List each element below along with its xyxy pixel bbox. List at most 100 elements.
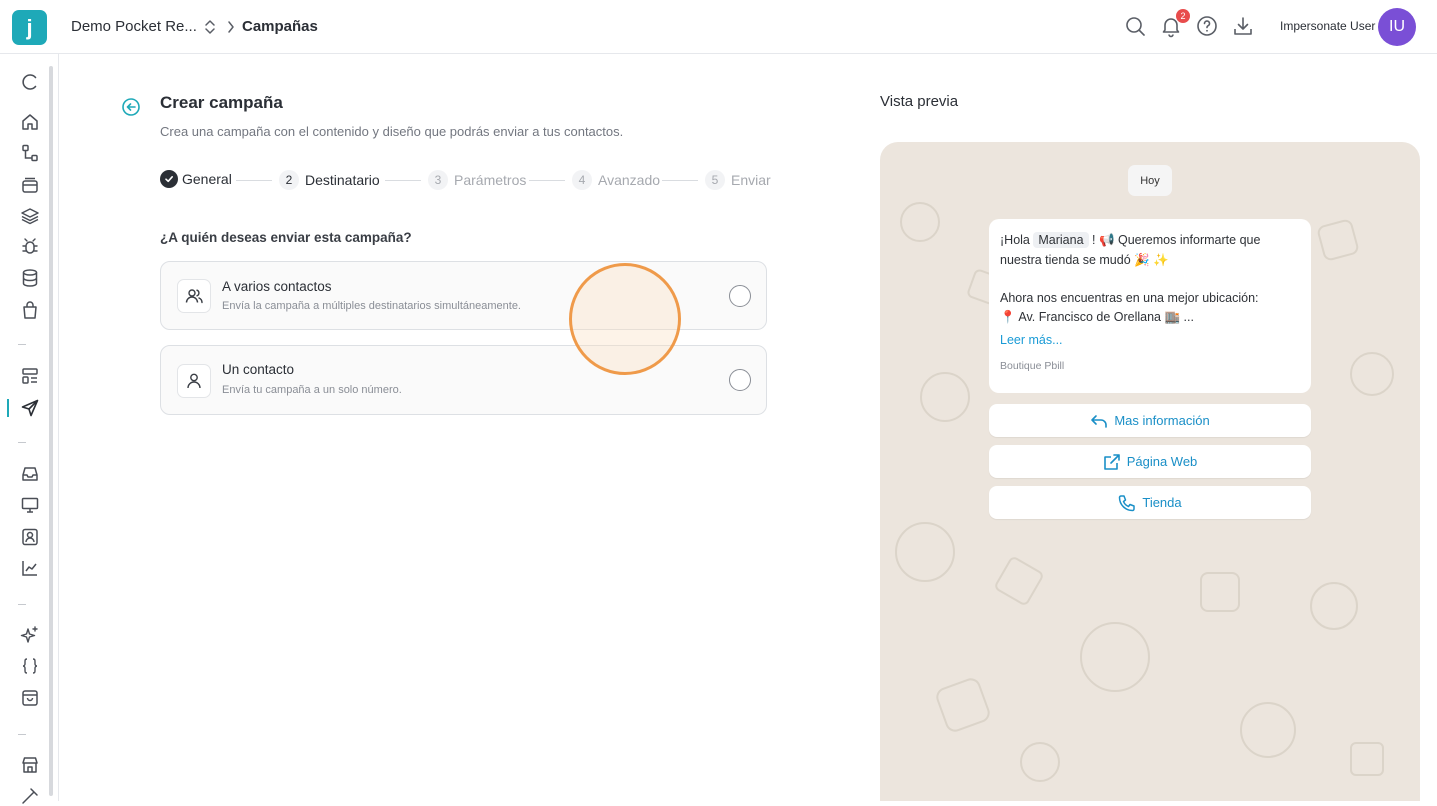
greeting-text: ¡Hola	[1000, 233, 1030, 247]
user-icon	[177, 364, 211, 398]
radio-multiple-contacts[interactable]	[729, 285, 751, 307]
message-footer: Boutique Pbill	[1000, 360, 1065, 372]
step-number: 4	[572, 170, 592, 190]
cta-tienda[interactable]: Tienda	[989, 486, 1311, 519]
layers-icon[interactable]	[20, 206, 40, 226]
user-name[interactable]: Impersonate User	[1280, 19, 1375, 33]
wallpaper-doodle	[1350, 352, 1394, 396]
search-icon[interactable]	[1123, 14, 1147, 38]
sidebar-active-indicator	[7, 399, 9, 417]
message-line-2: nuestra tienda se mudó 🎉 ✨	[1000, 253, 1169, 267]
variable-chip: Mariana	[1033, 232, 1089, 248]
code-braces-icon[interactable]	[20, 656, 40, 676]
logo-letter: j	[26, 14, 33, 40]
read-more-link[interactable]: Leer más...	[1000, 333, 1063, 347]
wallpaper-doodle	[1200, 572, 1240, 612]
wallpaper-doodle	[1350, 742, 1384, 776]
step-number: 5	[705, 170, 725, 190]
sidebar-divider	[18, 604, 26, 605]
step-label: Parámetros	[454, 172, 527, 188]
wallpaper-doodle	[1240, 702, 1296, 758]
chevron-updown-icon[interactable]	[203, 17, 217, 37]
step-label: General	[182, 171, 232, 187]
top-bar: j Demo Pocket Re... Campañas 2 Impersona…	[0, 0, 1437, 54]
wallpaper-doodle	[1080, 622, 1150, 692]
message-line-4: 📍 Av. Francisco de Orellana 🏬 ...	[1000, 310, 1194, 324]
step-parametros[interactable]: 3 Parámetros	[428, 170, 526, 190]
stepper: General 2 Destinatario 3 Parámetros 4 Av…	[160, 170, 771, 190]
message-line-3: Ahora nos encuentras en una mejor ubicac…	[1000, 291, 1259, 305]
database-icon[interactable]	[20, 268, 40, 288]
step-number: 3	[428, 170, 448, 190]
chart-icon[interactable]	[20, 558, 40, 578]
wallpaper-doodle	[1020, 742, 1060, 782]
page-title: Crear campaña	[160, 93, 283, 112]
option-description: Envía la campaña a múltiples destinatari…	[222, 300, 521, 312]
flow-icon[interactable]	[20, 143, 40, 163]
loading-icon	[22, 74, 37, 90]
sidebar-divider	[18, 344, 26, 345]
help-icon[interactable]	[1195, 14, 1219, 38]
greeting-rest: ! 📢 Queremos informarte que	[1092, 233, 1261, 247]
page-subtitle: Crea una campaña con el contenido y dise…	[160, 124, 624, 139]
bug-icon[interactable]	[20, 237, 40, 257]
step-avanzado[interactable]: 4 Avanzado	[572, 170, 660, 190]
step-connector	[385, 180, 421, 181]
sidebar-scrollbar[interactable]	[49, 66, 53, 796]
download-icon[interactable]	[1231, 14, 1255, 38]
integrations-icon[interactable]	[20, 786, 40, 806]
wallpaper-doodle	[920, 372, 970, 422]
chevron-right-icon	[228, 21, 234, 33]
breadcrumb-current: Campañas	[242, 18, 318, 35]
step-connector	[236, 180, 272, 181]
cta-label: Página Web	[1126, 454, 1198, 469]
app-logo[interactable]: j	[12, 10, 47, 45]
users-icon	[177, 279, 211, 313]
sidebar-divider	[18, 442, 26, 443]
sidebar-divider	[18, 734, 26, 735]
home-icon[interactable]	[20, 112, 40, 132]
back-arrow-icon[interactable]	[121, 97, 141, 117]
message-line-1: ¡Hola Mariana ! 📢 Queremos informarte qu…	[1000, 231, 1260, 250]
check-icon	[160, 170, 178, 188]
option-description: Envía tu campaña a un solo número.	[222, 384, 402, 396]
step-label: Enviar	[731, 172, 771, 188]
step-number: 2	[279, 170, 299, 190]
send-icon[interactable]	[20, 398, 40, 418]
wallpaper-doodle	[933, 675, 993, 735]
store-bag-icon[interactable]	[20, 688, 40, 708]
step-connector	[529, 180, 565, 181]
external-link-icon	[1103, 453, 1120, 470]
wallpaper-doodle	[900, 202, 940, 242]
contacts-icon[interactable]	[20, 527, 40, 547]
option-single-contact[interactable]: Un contacto Envía tu campaña a un solo n…	[160, 345, 767, 415]
option-title: A varios contactos	[222, 279, 332, 294]
sparkles-icon[interactable]	[20, 625, 40, 645]
sidebar	[0, 54, 59, 804]
project-name[interactable]: Demo Pocket Re...	[71, 18, 197, 35]
step-destinatario[interactable]: 2 Destinatario	[279, 170, 380, 190]
wallpaper-doodle	[993, 555, 1045, 607]
step-enviar[interactable]: 5 Enviar	[705, 170, 771, 190]
shopping-bag-icon[interactable]	[20, 300, 40, 320]
templates-icon[interactable]	[20, 366, 40, 386]
inbox-icon[interactable]	[20, 464, 40, 484]
cta-label: Mas información	[1114, 413, 1210, 428]
step-general[interactable]: General	[160, 170, 232, 188]
phone-icon	[1119, 494, 1136, 511]
radio-single-contact[interactable]	[729, 369, 751, 391]
cta-label: Tienda	[1142, 495, 1182, 510]
preview-title: Vista previa	[880, 93, 959, 110]
reply-icon	[1091, 414, 1108, 428]
wallpaper-doodle	[1310, 582, 1358, 630]
archive-icon[interactable]	[20, 175, 40, 195]
avatar[interactable]: IU	[1378, 8, 1416, 46]
wallpaper-doodle	[1315, 217, 1361, 263]
cta-pagina-web[interactable]: Página Web	[989, 445, 1311, 478]
recipient-question: ¿A quién deseas enviar esta campaña?	[160, 230, 412, 245]
monitor-icon[interactable]	[20, 495, 40, 515]
store-icon[interactable]	[20, 755, 40, 775]
cta-mas-informacion[interactable]: Mas información	[989, 404, 1311, 437]
date-chip: Hoy	[1128, 165, 1172, 196]
option-title: Un contacto	[222, 362, 295, 377]
